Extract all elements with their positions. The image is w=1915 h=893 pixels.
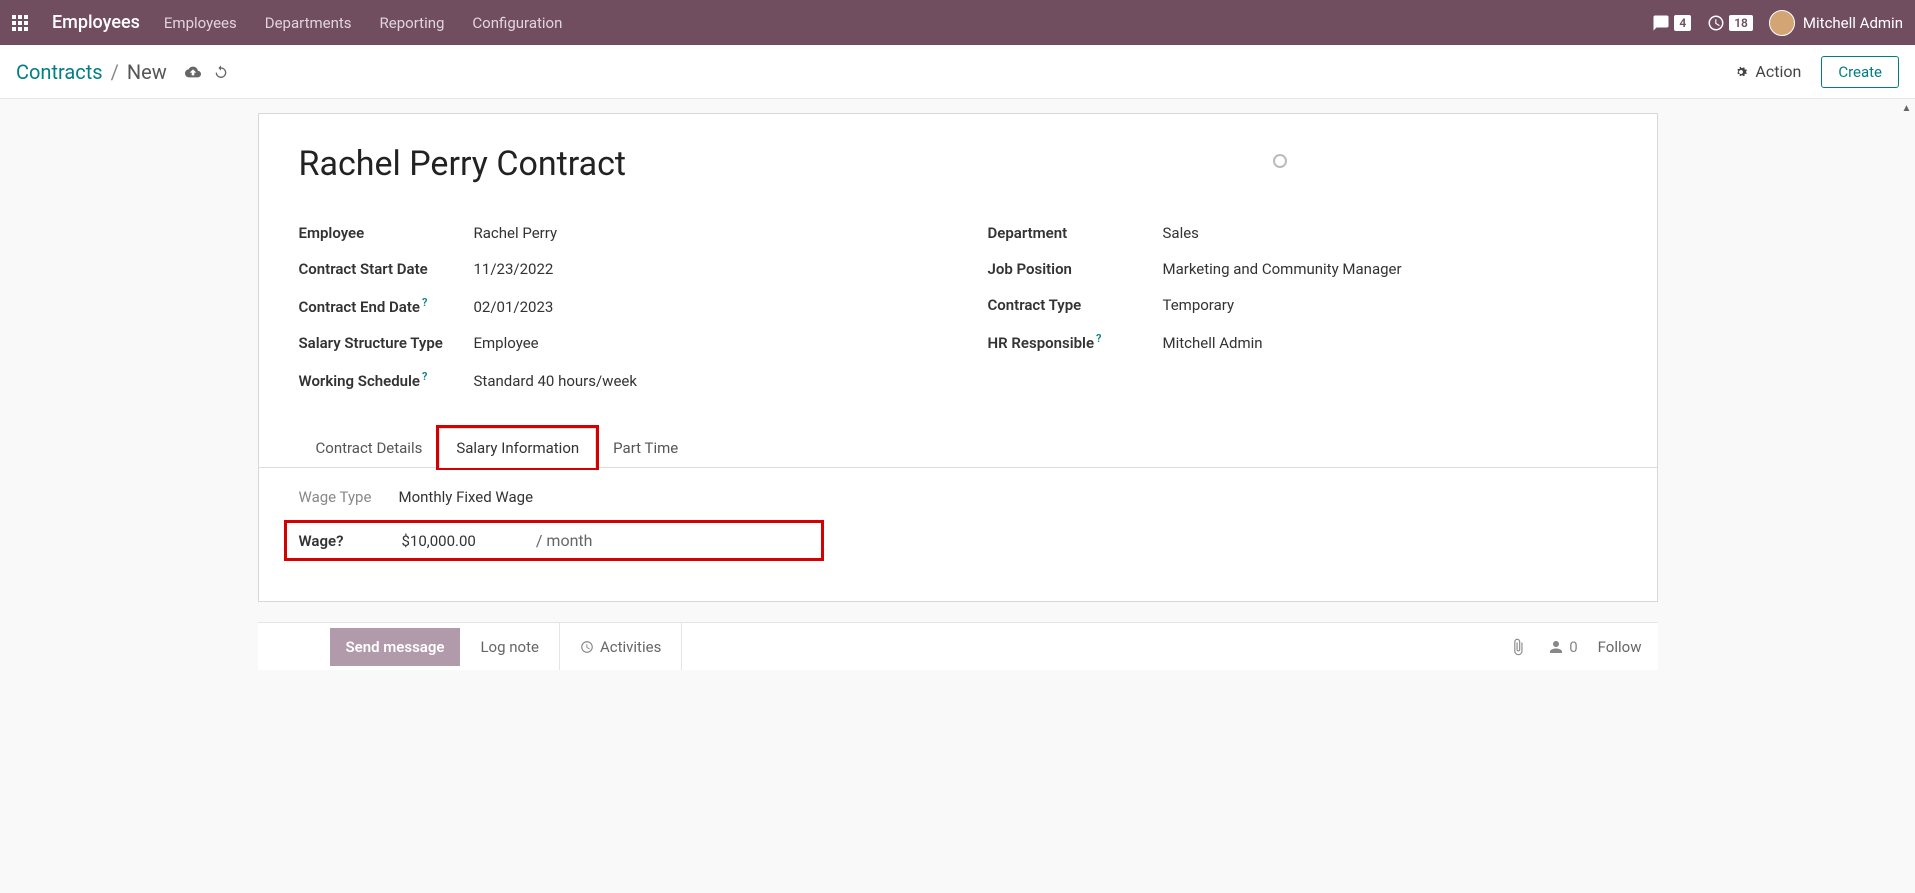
value-start-date[interactable]: 11/23/2022 xyxy=(474,260,554,278)
tab-salary-information[interactable]: Salary Information xyxy=(439,428,596,468)
user-menu[interactable]: Mitchell Admin xyxy=(1769,10,1903,36)
page-title: Rachel Perry Contract xyxy=(299,144,1617,184)
discuss-badge: 4 xyxy=(1674,15,1691,31)
activity-badge: 18 xyxy=(1729,15,1753,31)
label-start-date: Contract Start Date xyxy=(299,260,474,278)
help-icon[interactable]: ? xyxy=(422,296,427,309)
clock-icon xyxy=(1707,14,1725,32)
label-hr-responsible: HR Responsible? xyxy=(988,332,1163,352)
activities-label: Activities xyxy=(600,638,661,656)
attachment-icon[interactable] xyxy=(1509,638,1527,656)
breadcrumb-current: New xyxy=(127,60,167,84)
help-icon[interactable]: ? xyxy=(336,532,343,550)
cloud-save-icon[interactable] xyxy=(185,64,201,80)
breadcrumb: Contracts / New xyxy=(16,60,229,84)
wage-highlight: Wage? $10,000.00 / month xyxy=(284,520,824,561)
create-button[interactable]: Create xyxy=(1821,56,1899,88)
follower-count[interactable]: 0 xyxy=(1547,638,1577,656)
nav-configuration[interactable]: Configuration xyxy=(472,14,562,32)
label-salary-structure: Salary Structure Type xyxy=(299,334,474,352)
value-salary-structure[interactable]: Employee xyxy=(474,334,539,352)
nav-departments[interactable]: Departments xyxy=(265,14,352,32)
wage-unit: / month xyxy=(536,531,593,550)
person-icon xyxy=(1547,638,1565,656)
discard-icon[interactable] xyxy=(213,64,229,80)
value-wage-type[interactable]: Monthly Fixed Wage xyxy=(399,488,534,506)
action-button[interactable]: Action xyxy=(1733,62,1801,81)
nav-employees[interactable]: Employees xyxy=(164,14,237,32)
value-end-date[interactable]: 02/01/2023 xyxy=(474,298,554,316)
nav-reporting[interactable]: Reporting xyxy=(380,14,445,32)
label-wage: Wage? xyxy=(299,532,402,550)
chat-icon xyxy=(1652,14,1670,32)
value-wage[interactable]: $10,000.00 xyxy=(402,532,476,550)
tab-contract-details[interactable]: Contract Details xyxy=(299,428,440,467)
label-contract-type: Contract Type xyxy=(988,296,1163,314)
gear-icon xyxy=(1733,64,1749,80)
value-department[interactable]: Sales xyxy=(1163,224,1199,242)
avatar xyxy=(1769,10,1795,36)
log-note-button[interactable]: Log note xyxy=(460,623,559,670)
activities-button[interactable]: Activities xyxy=(560,623,682,670)
send-message-button[interactable]: Send message xyxy=(330,628,461,666)
discuss-notification[interactable]: 4 xyxy=(1652,14,1691,32)
breadcrumb-separator: / xyxy=(111,60,119,84)
breadcrumb-contracts[interactable]: Contracts xyxy=(16,60,103,84)
apps-icon[interactable] xyxy=(12,15,28,31)
label-department: Department xyxy=(988,224,1163,242)
label-end-date: Contract End Date? xyxy=(299,296,474,316)
form-card: Rachel Perry Contract Employee Rachel Pe… xyxy=(258,113,1658,602)
value-job-position[interactable]: Marketing and Community Manager xyxy=(1163,260,1402,278)
follower-number: 0 xyxy=(1569,638,1577,656)
scrollbar-up-arrow[interactable]: ▲ xyxy=(1900,102,1913,115)
follow-button[interactable]: Follow xyxy=(1598,638,1642,656)
action-label: Action xyxy=(1755,62,1801,81)
value-working-schedule[interactable]: Standard 40 hours/week xyxy=(474,372,637,390)
value-contract-type[interactable]: Temporary xyxy=(1163,296,1235,314)
clock-icon xyxy=(580,640,594,654)
value-employee[interactable]: Rachel Perry xyxy=(474,224,558,242)
app-name[interactable]: Employees xyxy=(52,12,140,33)
tab-part-time[interactable]: Part Time xyxy=(596,428,695,467)
kanban-state-dot[interactable] xyxy=(1273,154,1287,168)
help-icon[interactable]: ? xyxy=(422,370,427,383)
activity-notification[interactable]: 18 xyxy=(1707,14,1753,32)
label-wage-type: Wage Type xyxy=(299,488,399,506)
label-working-schedule: Working Schedule? xyxy=(299,370,474,390)
value-hr-responsible[interactable]: Mitchell Admin xyxy=(1163,334,1263,352)
label-job-position: Job Position xyxy=(988,260,1163,278)
username: Mitchell Admin xyxy=(1803,14,1903,32)
label-employee: Employee xyxy=(299,224,474,242)
help-icon[interactable]: ? xyxy=(1096,332,1101,345)
